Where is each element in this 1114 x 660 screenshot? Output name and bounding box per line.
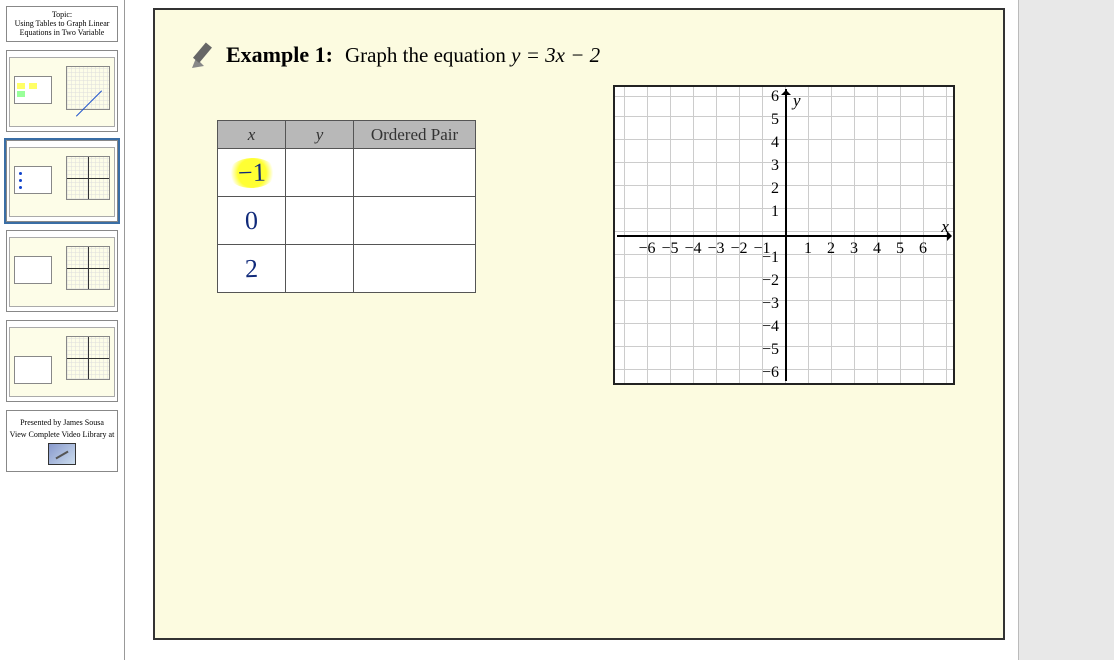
tick-label: 2 (827, 240, 835, 258)
pencil-icon (190, 40, 220, 70)
tick-label: −4 (684, 240, 701, 258)
tick-label: 1 (771, 203, 779, 221)
example-prompt-prefix: Graph the equation (345, 43, 511, 67)
tick-label: 6 (771, 88, 779, 106)
thumbnail-5[interactable] (6, 320, 118, 402)
example-label: Example 1: (226, 42, 333, 68)
tick-label: 3 (771, 157, 779, 175)
thumbnail-2[interactable] (6, 50, 118, 132)
cell-x-1: 0 (244, 205, 258, 235)
cell-x-0: −1 (227, 157, 276, 189)
tick-label: −6 (638, 240, 655, 258)
x-axis (617, 235, 951, 237)
slide-canvas: Example 1: Graph the equation y = 3x − 2… (153, 8, 1005, 640)
cell-y-1 (286, 197, 354, 245)
tick-label: 3 (850, 240, 858, 258)
table-row: 2 (218, 245, 476, 293)
topic-text: Using Tables to Graph Linear Equations i… (9, 20, 115, 38)
example-prompt: Graph the equation y = 3x − 2 (345, 43, 600, 68)
tick-label: 4 (771, 134, 779, 152)
cell-pair-2 (354, 245, 476, 293)
table-row: −1 (218, 149, 476, 197)
thumbnail-4[interactable] (6, 230, 118, 312)
tick-label: 5 (896, 240, 904, 258)
credits-view-library: View Complete Video Library at (9, 429, 115, 440)
example-heading: Example 1: Graph the equation y = 3x − 2 (190, 40, 600, 70)
tick-label: 5 (771, 111, 779, 129)
table-header-x: x (218, 121, 286, 149)
cell-pair-1 (354, 197, 476, 245)
slide-thumbnail-panel: Topic: Using Tables to Graph Linear Equa… (0, 0, 125, 660)
tick-label: −3 (707, 240, 724, 258)
thumbnail-6-credits[interactable]: Presented by James Sousa View Complete V… (6, 410, 118, 471)
x-axis-label: x (941, 217, 949, 237)
arrow-up-icon (781, 85, 791, 95)
app-root: Topic: Using Tables to Graph Linear Equa… (0, 0, 1114, 660)
main-slide-area: Example 1: Graph the equation y = 3x − 2… (125, 0, 1114, 660)
thumbnail-3-current[interactable] (6, 140, 118, 222)
cell-pair-0 (354, 149, 476, 197)
tick-label: −2 (730, 240, 747, 258)
logo-icon (48, 443, 76, 465)
tick-label: 2 (771, 180, 779, 198)
y-axis-label: y (793, 91, 801, 111)
table-header-ordered-pair: Ordered Pair (354, 121, 476, 149)
cell-x-2: 2 (244, 253, 258, 283)
thumbnail-1-title[interactable]: Topic: Using Tables to Graph Linear Equa… (6, 6, 118, 42)
tick-label: 1 (804, 240, 812, 258)
tick-label: 4 (873, 240, 881, 258)
tick-label: −5 (762, 341, 779, 359)
tick-label: 6 (919, 240, 927, 258)
table-header-y: y (286, 121, 354, 149)
coordinate-grid: y x −6−5−4−3−2−1123456123456−1−2−3−4−5−6 (613, 85, 955, 385)
credits-presented-by: Presented by James Sousa (9, 417, 115, 428)
tick-label: −4 (762, 318, 779, 336)
value-table: x y Ordered Pair −1 (217, 120, 476, 293)
tick-label: −2 (762, 272, 779, 290)
example-equation: y = 3x − 2 (511, 43, 600, 67)
right-gutter (1018, 0, 1114, 660)
cell-y-2 (286, 245, 354, 293)
table-row: 0 (218, 197, 476, 245)
tick-label: −3 (762, 295, 779, 313)
tick-label: −5 (661, 240, 678, 258)
cell-y-0 (286, 149, 354, 197)
tick-label: −6 (762, 364, 779, 382)
y-axis (785, 89, 787, 381)
tick-label: −1 (762, 249, 779, 267)
